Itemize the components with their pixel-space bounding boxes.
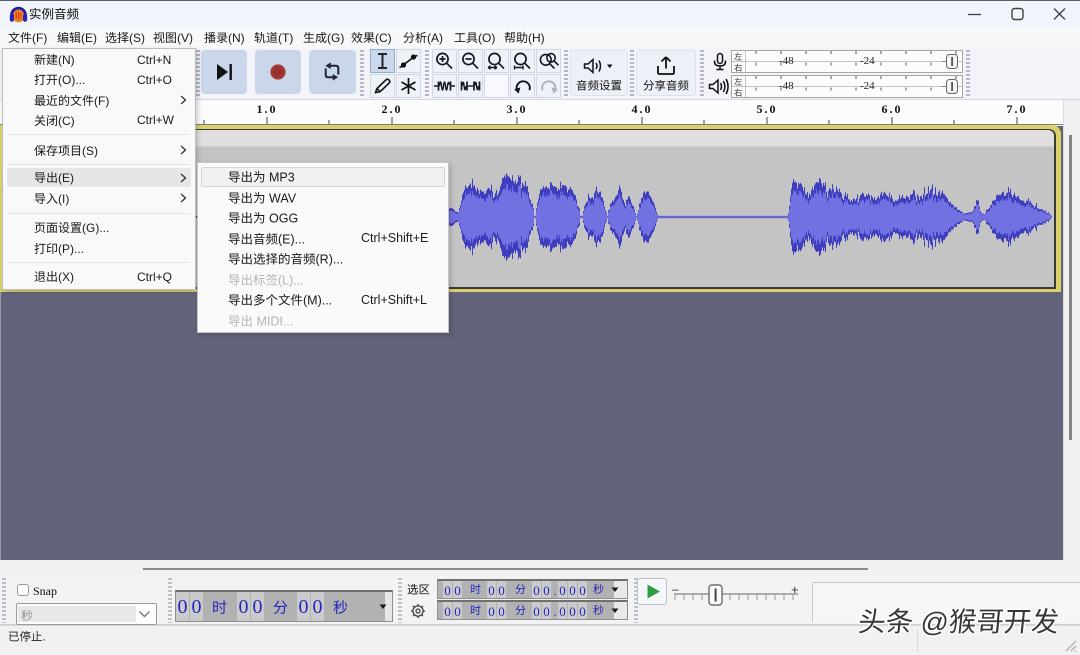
svg-text:(L)...: (L)...: [278, 273, 304, 287]
svg-text:(X): (X): [58, 270, 74, 284]
svg-text:(C): (C): [58, 114, 75, 128]
svg-text:(O)...: (O)...: [58, 73, 85, 87]
svg-text:(M)...: (M)...: [303, 294, 332, 308]
svg-text:(P)...: (P)...: [58, 242, 84, 256]
svg-text:(S): (S): [82, 144, 98, 158]
svg-text:(E)...: (E)...: [278, 232, 305, 246]
svg-text:WAV: WAV: [269, 191, 297, 205]
svg-text:(I): (I): [58, 192, 69, 206]
svg-text:(N): (N): [58, 53, 75, 67]
svg-text:(F): (F): [94, 94, 109, 108]
svg-text:(E): (E): [58, 171, 74, 185]
svg-text:MP3: MP3: [269, 171, 295, 185]
svg-text:@: @: [919, 606, 950, 637]
svg-text:(G)...: (G)...: [82, 221, 109, 235]
svg-text:OGG: OGG: [269, 212, 298, 226]
svg-text:.: .: [43, 632, 46, 644]
svg-text:MIDI...: MIDI...: [257, 314, 294, 328]
svg-text:(R)...: (R)...: [316, 253, 344, 267]
